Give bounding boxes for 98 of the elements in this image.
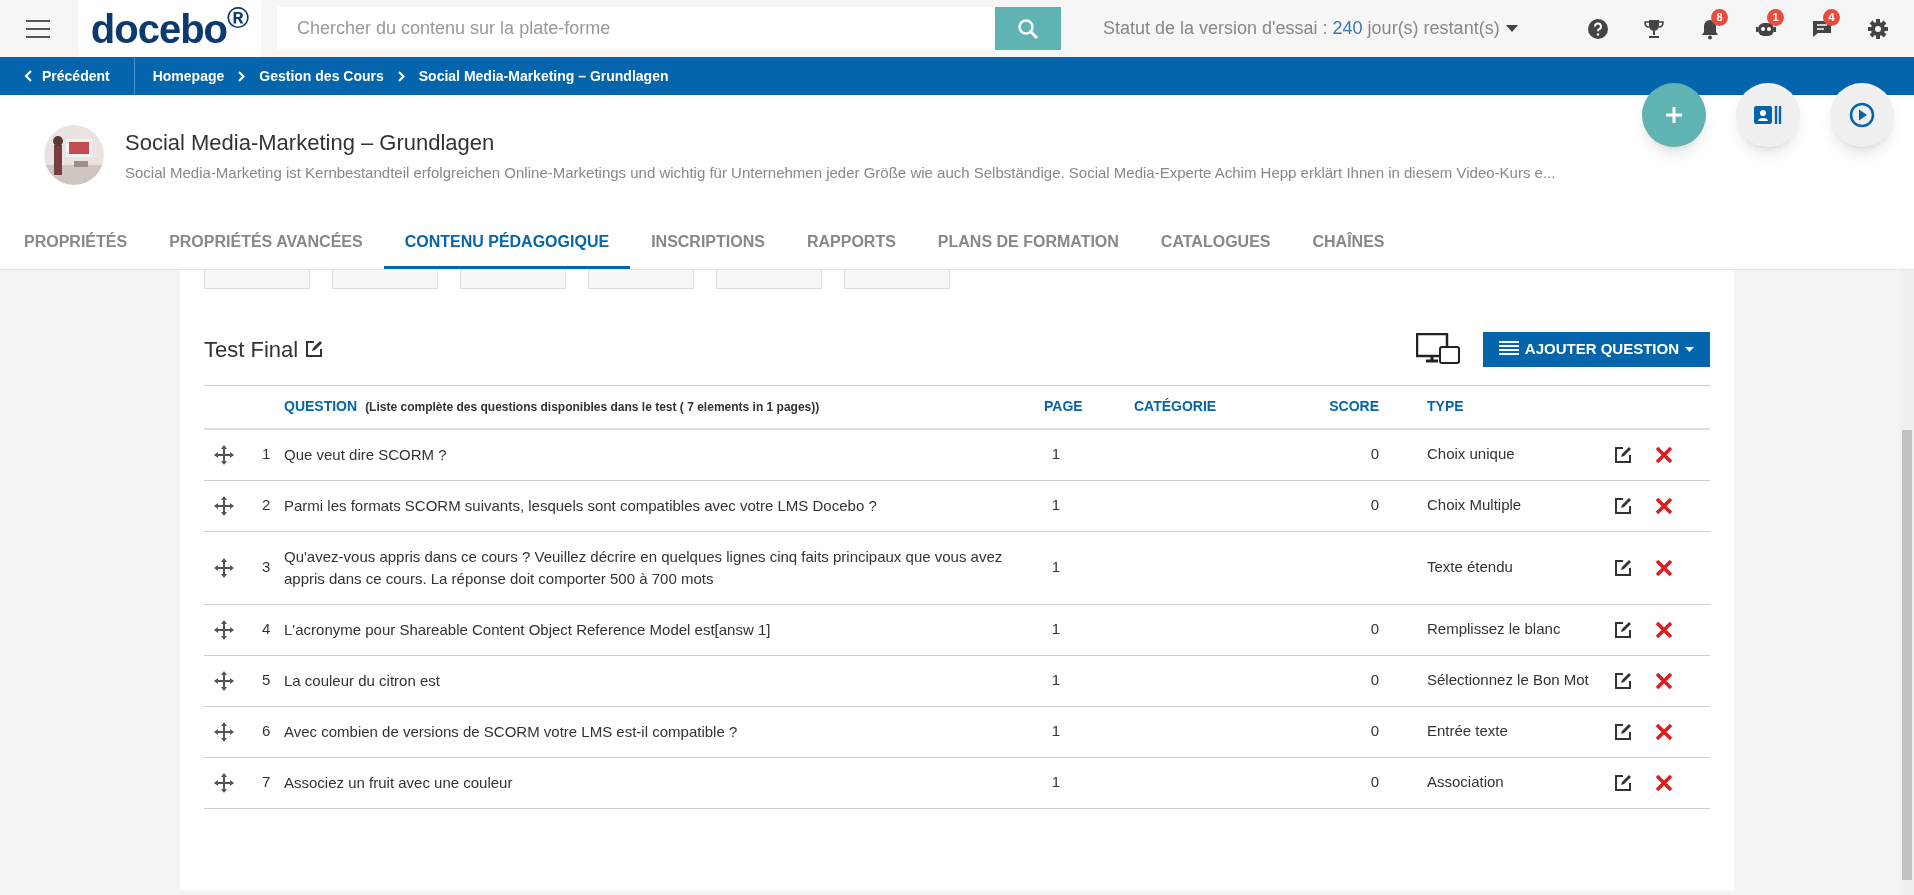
column-header[interactable]: TYPE — [1427, 398, 1464, 415]
table-cell: 0 — [1370, 671, 1379, 689]
delete-icon[interactable] — [1655, 496, 1673, 515]
table-cell: 1 — [1051, 671, 1061, 689]
notification-badge: 4 — [1823, 8, 1840, 26]
edit-icon[interactable] — [1613, 670, 1633, 691]
play-icon — [1849, 102, 1875, 128]
settings-icon[interactable] — [1867, 17, 1889, 40]
table-cell: Qu'avez-vous appris dans ce cours ? Veuillez décrire en quelques lignes cinq faits principaux que vous avez appris dans ce cours. La réponse doit comporter 500 à 700 mots — [284, 547, 1003, 587]
drag-handle-icon[interactable] — [214, 444, 234, 465]
table-cell: 0 — [1370, 773, 1379, 791]
table-cell: L'acronyme pour Shareable Content Object Reference Model est[answ 1] — [284, 620, 771, 638]
table-cell: 7 — [262, 773, 271, 791]
question-count-note: (Liste complète des questions disponibles dans le test ( 7 elements in 1 pages)) — [365, 400, 820, 415]
devices-icon[interactable] — [1415, 333, 1460, 365]
test-title: Test Final — [204, 335, 299, 364]
table-cell: 0 — [1370, 722, 1379, 740]
edit-icon[interactable] — [304, 339, 325, 359]
edit-icon[interactable] — [1613, 619, 1633, 640]
help-icon[interactable] — [1587, 17, 1609, 40]
table-cell: La couleur du citron est — [284, 671, 440, 689]
tab[interactable]: PROPRIÉTÉS AVANCÉES — [148, 215, 384, 269]
search-field[interactable]: Chercher du contenu sur la plate-forme — [277, 7, 995, 50]
edit-icon[interactable] — [1613, 495, 1633, 516]
caret-icon — [1685, 346, 1694, 352]
table-cell: 0 — [1370, 496, 1379, 514]
tab[interactable]: CATALOGUES — [1139, 215, 1292, 269]
chevron-icon — [24, 70, 32, 82]
table-cell: Choix Multiple — [1427, 496, 1522, 514]
drag-handle-icon[interactable] — [214, 721, 234, 742]
table-cell: 1 — [1051, 722, 1061, 740]
column-header[interactable]: QUESTION — [284, 398, 358, 415]
table-cell: 1 — [1051, 773, 1061, 791]
search-icon — [1017, 17, 1039, 40]
table-cell: Entrée texte — [1427, 722, 1508, 740]
breadcrumb-link[interactable]: Gestion des Cours — [259, 65, 384, 87]
course-title: Social Media-Marketing – Grundlagen — [125, 128, 496, 157]
trophy-icon[interactable] — [1643, 17, 1665, 40]
table-cell: 1 — [1051, 496, 1061, 514]
edit-icon[interactable] — [1613, 557, 1633, 578]
drag-handle-icon[interactable] — [214, 670, 234, 691]
edit-icon[interactable] — [1613, 444, 1633, 465]
caret-icon — [1505, 25, 1518, 32]
scrollbar-thumb[interactable] — [1902, 430, 1912, 880]
edit-icon[interactable] — [1613, 721, 1633, 742]
add-question-button[interactable]: AJOUTER QUESTION — [1482, 331, 1710, 367]
table-cell: Avec combien de versions de SCORM votre LMS est-il compatible ? — [284, 722, 738, 740]
tab[interactable]: PLANS DE FORMATION — [916, 215, 1140, 269]
table-cell: 3 — [262, 558, 271, 576]
list-icon — [1498, 341, 1519, 357]
chevron-icon — [397, 70, 405, 82]
tab[interactable]: RAPPORTS — [785, 215, 917, 269]
drag-handle-icon[interactable] — [214, 772, 234, 793]
column-header[interactable]: PAGE — [1044, 398, 1083, 415]
breadcrumb-link[interactable]: Social Media-Marketing – Grundlagen — [418, 65, 669, 87]
delete-icon[interactable] — [1655, 558, 1673, 577]
table-cell: Texte étendu — [1427, 558, 1513, 576]
breadcrumb-link[interactable]: Homepage — [152, 65, 225, 87]
tab[interactable]: CHAÎNES — [1291, 215, 1406, 269]
menu-icon[interactable] — [26, 19, 50, 38]
table-cell: 0 — [1370, 620, 1379, 638]
drag-handle-icon[interactable] — [214, 495, 234, 516]
delete-icon[interactable] — [1655, 671, 1673, 690]
table-cell: Remplissez le blanc — [1427, 620, 1561, 638]
table-cell: Choix unique — [1427, 445, 1515, 463]
contact-card-icon — [1754, 105, 1782, 125]
chevron-icon — [238, 70, 246, 82]
table-cell: 5 — [262, 671, 271, 689]
table-cell: Associez un fruit avec une couleur — [284, 773, 513, 791]
table-cell: 1 — [1051, 558, 1061, 576]
table-cell: 1 — [1051, 620, 1061, 638]
delete-icon[interactable] — [1655, 722, 1673, 741]
logo[interactable]: docebo$^{®}$ — [78, 0, 261, 57]
column-header[interactable]: SCORE — [1329, 398, 1379, 415]
notification-badge: 1 — [1767, 8, 1784, 26]
delete-icon[interactable] — [1655, 620, 1673, 639]
course-description: Social Media-Marketing ist Kernbestandteil erfolgreichen Online-Marketings und wichtig für Unternehmen jeder Größe wie auch Selbständige. Social Media-Experte Achim Hepp erklärt Ihnen in diesem Video-Kurs e... — [125, 162, 1556, 183]
plus-icon — [1664, 105, 1684, 125]
table-cell: 4 — [262, 620, 271, 638]
column-header[interactable]: CATÉGORIE — [1134, 398, 1217, 415]
table-cell: Que veut dire SCORM ? — [284, 445, 447, 463]
tab[interactable]: PROPRIÉTÉS — [3, 215, 149, 269]
table-cell: 1 — [1051, 445, 1061, 463]
delete-icon[interactable] — [1655, 773, 1673, 792]
table-cell: Parmi les formats SCORM suivants, lesquels sont compatibles avec votre LMS Docebo ? — [284, 496, 877, 514]
table-cell: 0 — [1370, 445, 1379, 463]
table-cell: 1 — [262, 445, 271, 463]
table-cell: 2 — [262, 496, 271, 514]
edit-icon[interactable] — [1613, 772, 1633, 793]
table-cell: Association — [1427, 773, 1504, 791]
drag-handle-icon[interactable] — [214, 557, 234, 578]
notification-badge: 8 — [1711, 8, 1728, 26]
table-cell: Sélectionnez le Bon Mot — [1427, 671, 1589, 689]
drag-handle-icon[interactable] — [214, 619, 234, 640]
delete-icon[interactable] — [1655, 445, 1673, 464]
table-cell: 6 — [262, 722, 271, 740]
tab[interactable]: INSCRIPTIONS — [630, 215, 786, 269]
trial-status-dropdown[interactable]: Statut de la version d'essai : 240 jour(s) restant(s) — [1103, 15, 1518, 42]
